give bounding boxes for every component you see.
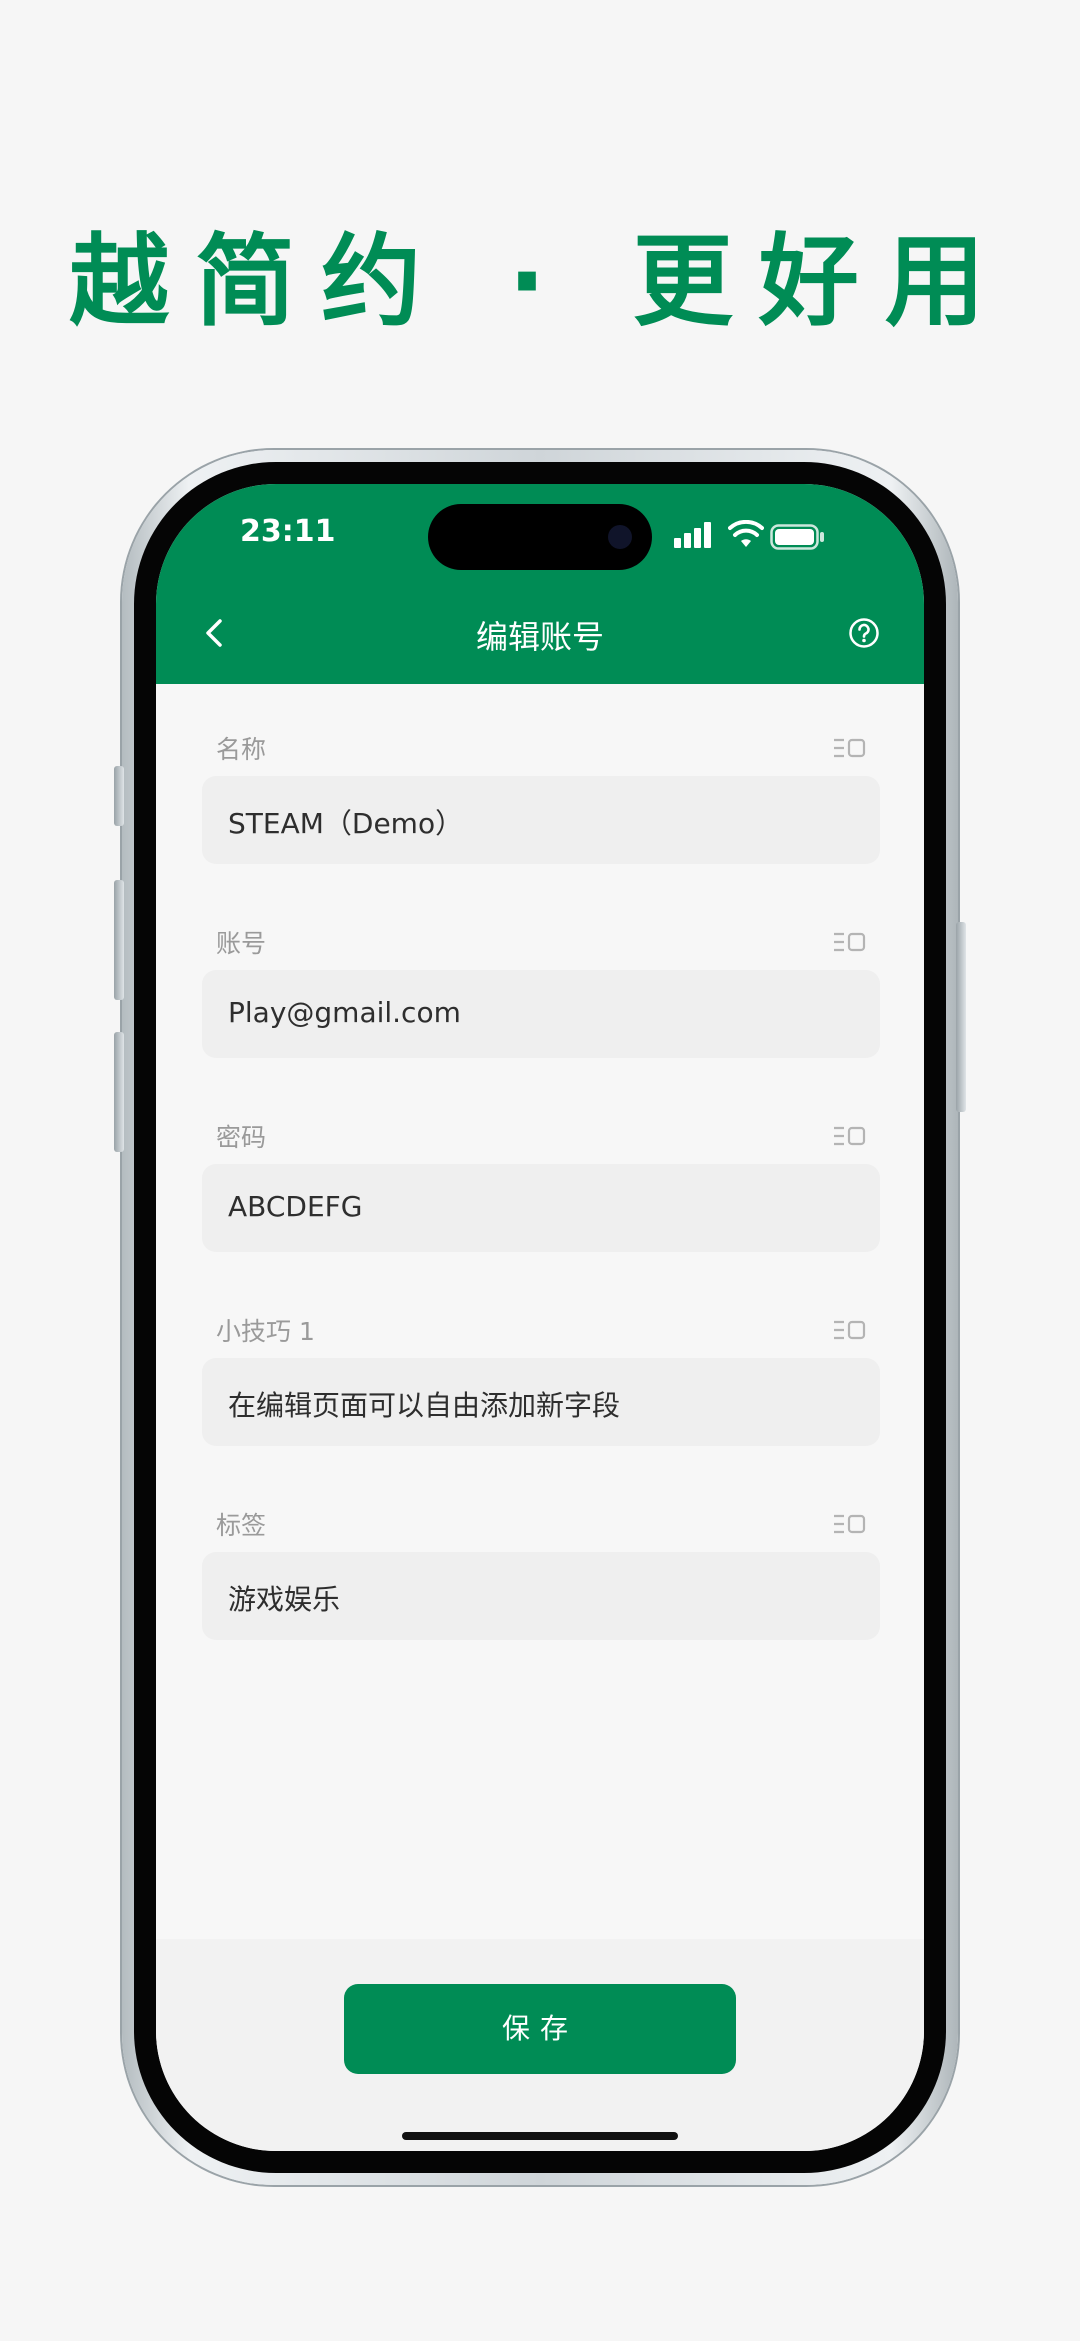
save-button[interactable]: 保存 <box>344 1984 736 2074</box>
wifi-icon <box>728 520 764 547</box>
field-input[interactable]: 在编辑页面可以自由添加新字段 <box>202 1358 880 1446</box>
promo-headline: 越简约 · 更好用 <box>69 223 1011 340</box>
phone-power-button <box>956 922 966 1112</box>
status-time: 23:11 <box>240 514 336 549</box>
phone-volume-down-button <box>114 1032 124 1152</box>
field-value: 游戏娱乐 <box>228 1583 341 1616</box>
phone-volume-up-button <box>114 880 124 1000</box>
app-header: 23:11 编辑账号 <box>156 484 924 684</box>
phone-screen: 23:11 编辑账号 名称 STEAM（Demo） 账号 Play@gmail.… <box>156 484 924 2151</box>
page-title: 编辑账号 <box>475 618 604 656</box>
field-options-icon[interactable] <box>832 1126 868 1146</box>
phone-action-button <box>114 766 124 826</box>
field-label: 名称 <box>216 735 267 764</box>
field-value: STEAM（Demo） <box>228 807 464 840</box>
promo-page: 越简约 · 更好用 23:11 编辑账号 名称 STEAM（Demo） 账号 P… <box>0 0 1080 2341</box>
field-value: 在编辑页面可以自由添加新字段 <box>228 1389 621 1422</box>
field-label: 账号 <box>216 929 267 958</box>
dynamic-island <box>428 504 652 570</box>
field-options-icon[interactable] <box>832 738 868 758</box>
field-value: Play@gmail.com <box>228 996 461 1029</box>
field-label: 标签 <box>216 1511 267 1540</box>
home-indicator[interactable] <box>402 2132 678 2140</box>
field-options-icon[interactable] <box>832 1514 868 1534</box>
field-label: 小技巧 1 <box>216 1317 315 1346</box>
help-circle-icon[interactable] <box>848 617 880 649</box>
bottom-action-bar: 保存 <box>156 1939 924 2151</box>
field-value: ABCDEFG <box>228 1190 363 1223</box>
field-options-icon[interactable] <box>832 1320 868 1340</box>
field-input[interactable]: Play@gmail.com <box>202 970 880 1058</box>
field-options-icon[interactable] <box>832 932 868 952</box>
cellular-signal-icon <box>674 522 714 548</box>
front-camera-icon <box>608 525 632 549</box>
field-input[interactable]: ABCDEFG <box>202 1164 880 1252</box>
field-input[interactable]: STEAM（Demo） <box>202 776 880 864</box>
battery-icon <box>770 524 824 550</box>
field-input[interactable]: 游戏娱乐 <box>202 1552 880 1640</box>
field-label: 密码 <box>216 1123 267 1152</box>
